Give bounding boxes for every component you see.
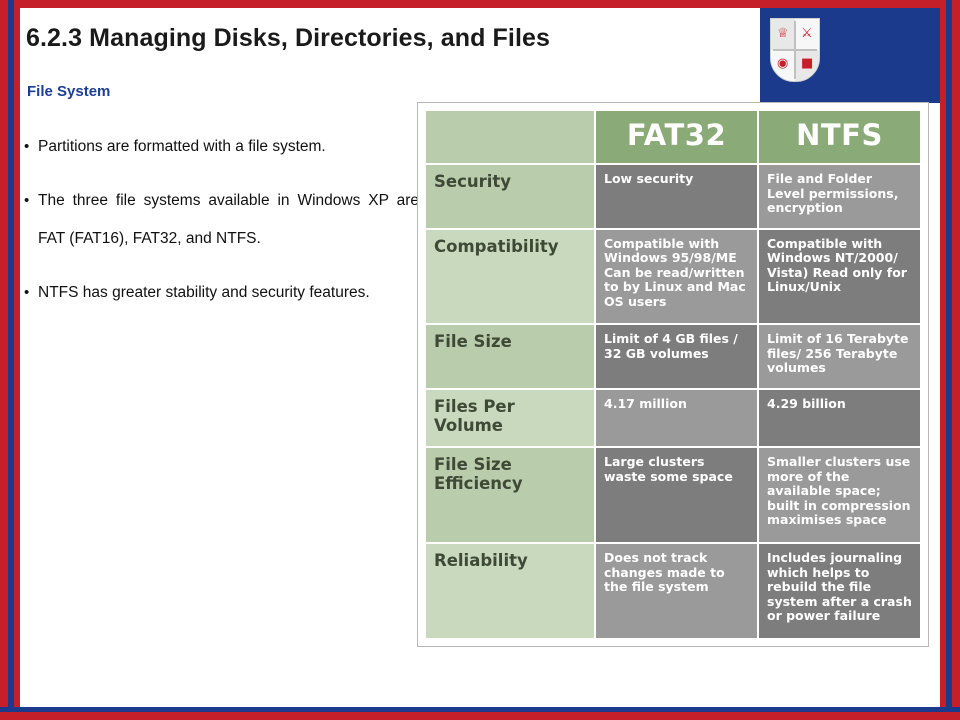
cell-ntfs-security: File and Folder Level permissions, encry… — [757, 163, 922, 230]
bullet-list: Partitions are formatted with a file sys… — [24, 128, 419, 328]
table-header-blank — [424, 108, 596, 166]
table-row: Reliability Does not track changes made … — [424, 542, 922, 640]
table-header-fat32: FAT32 — [594, 108, 759, 166]
row-label-files-per-volume: Files Per Volume — [424, 387, 596, 449]
frame-bottom-border — [0, 712, 960, 720]
cell-fat32-file-size: Limit of 4 GB files / 32 GB volumes — [594, 323, 759, 390]
crest-shield-icon: ♕ ⚔ ◉ ■ — [770, 18, 820, 82]
list-item: Partitions are formatted with a file sys… — [24, 128, 419, 166]
table-row: Security Low security File and Folder Le… — [424, 163, 922, 230]
fat32-ntfs-comparison-table: FAT32 NTFS Security Low security File an… — [417, 102, 929, 647]
comparison-table: FAT32 NTFS Security Low security File an… — [424, 108, 922, 640]
cell-fat32-compatibility: Compatible with Windows 95/98/ME Can be … — [594, 227, 759, 326]
list-item: The three file systems available in Wind… — [24, 182, 419, 258]
table-row: File Size Limit of 4 GB files / 32 GB vo… — [424, 323, 922, 390]
cell-fat32-reliability: Does not track changes made to the file … — [594, 542, 759, 640]
table-header-ntfs: NTFS — [757, 108, 922, 166]
cell-fat32-security: Low security — [594, 163, 759, 230]
cell-ntfs-reliability: Includes journaling which helps to rebui… — [757, 542, 922, 640]
row-label-reliability: Reliability — [424, 542, 596, 640]
page-title: 6.2.3 Managing Disks, Directories, and F… — [26, 24, 551, 52]
cell-ntfs-file-size: Limit of 16 Terabyte files/ 256 Terabyte… — [757, 323, 922, 390]
table-row: Compatibility Compatible with Windows 95… — [424, 227, 922, 326]
row-label-compatibility: Compatibility — [424, 227, 596, 326]
table-header-row: FAT32 NTFS — [424, 108, 922, 166]
table-row: File Size Efficiency Large clusters wast… — [424, 446, 922, 545]
cell-ntfs-compatibility: Compatible with Windows NT/2000/ Vista) … — [757, 227, 922, 326]
frame-top-border — [0, 0, 960, 8]
row-label-file-size-efficiency: File Size Efficiency — [424, 446, 596, 545]
row-label-security: Security — [424, 163, 596, 230]
frame-left-inner-border — [8, 0, 14, 720]
cell-fat32-files-per-volume: 4.17 million — [594, 387, 759, 449]
university-crest-icon: ♕ ⚔ ◉ ■ — [770, 18, 880, 93]
row-label-file-size: File Size — [424, 323, 596, 390]
cell-fat32-file-size-efficiency: Large clusters waste some space — [594, 446, 759, 545]
cell-ntfs-file-size-efficiency: Smaller clusters use more of the availab… — [757, 446, 922, 545]
cell-ntfs-files-per-volume: 4.29 billion — [757, 387, 922, 449]
list-item: NTFS has greater stability and security … — [24, 274, 419, 312]
section-subheading: File System — [27, 83, 111, 100]
slide: ♕ ⚔ ◉ ■ 6.2.3 Managing Disks, Directorie… — [0, 0, 960, 720]
frame-right-inner-border — [946, 0, 952, 720]
table-row: Files Per Volume 4.17 million 4.29 billi… — [424, 387, 922, 449]
